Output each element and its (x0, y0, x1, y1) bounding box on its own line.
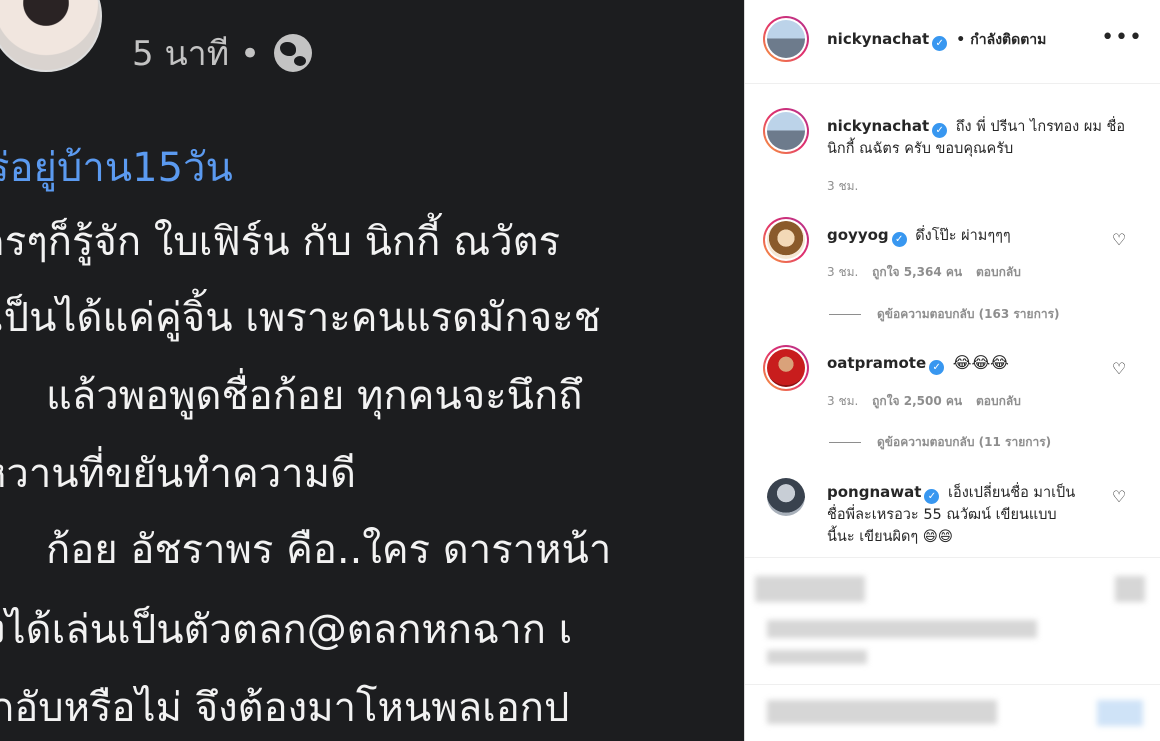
photo-line-3: เป็นได้แค่คู่จิ้น เพราะคนแรดมักจะช (0, 295, 601, 341)
comment-time: 3 ชม. (827, 394, 859, 408)
caption-avatar[interactable] (763, 108, 809, 154)
comment-likes[interactable]: ถูกใจ 2,500 คน (872, 394, 962, 408)
photo-line-5: หวานที่ขยันทำความดี (0, 451, 356, 497)
photo-avatar (0, 0, 102, 72)
comment-text-line-2: ชื่อพี่ละเหรอวะ 55 ณวัฒน์ เขียนแบบ (827, 507, 1057, 523)
reply-button[interactable]: ตอบกลับ (976, 265, 1021, 279)
photo-line-2: ครๆก็รู้จัก ใบเฟิร์น กับ นิกกี้ ณวัตร (0, 219, 561, 265)
header-user-row: nickynachat ✓ • กำลังติดตาม (827, 29, 1046, 51)
verified-icon: ✓ (929, 360, 945, 375)
caption-username[interactable]: nickynachat (827, 117, 929, 135)
comment-avatar-oatpramote[interactable] (763, 345, 809, 391)
header-username[interactable]: nickynachat (827, 30, 929, 48)
verified-icon: ✓ (932, 36, 948, 51)
comment-avatar-pongnawat[interactable] (763, 474, 809, 520)
photo-line-1: ร่อยู่บ้าน15วัน (0, 145, 233, 191)
post-date-blurred (767, 650, 867, 664)
photo-meta: 5 นาที • (132, 26, 313, 80)
caption: nickynachat ✓ ถึง พี่ ปรีนา ไกรทอง ผม ชื่… (827, 115, 1127, 160)
comment-text-line-1: เอ็งเปลี่ยนชื่อ มาเป็น (948, 485, 1076, 501)
view-replies-button[interactable]: ดูข้อความตอบกลับ (11 รายการ) (829, 433, 1051, 452)
follow-status-button[interactable]: กำลังติดตาม (970, 32, 1046, 48)
photo-line-8: กอับหรือไม่ จึงต้องมาโหนพลเอกป (0, 685, 570, 731)
header-avatar[interactable] (763, 16, 809, 62)
photo-line-6: ก้อย อัชราพร คือ..ใคร ดาราหน้า (46, 527, 612, 573)
comment-text: ดึ่งโป๊ะ ผ่ามๆๆๆ (915, 228, 1011, 244)
comments-panel: nickynachat ✓ • กำลังติดตาม ••• nickynach… (744, 0, 1160, 741)
globe-icon (274, 34, 313, 72)
comment-oatpramote: oatpramote ✓ 😂😂😂 (827, 352, 1117, 375)
heart-icon[interactable]: ♡ (1111, 361, 1127, 377)
heart-icon[interactable]: ♡ (1111, 232, 1127, 248)
heart-icon[interactable]: ♡ (1111, 489, 1127, 505)
reply-button[interactable]: ตอบกลับ (976, 394, 1021, 408)
comment-input-blurred[interactable] (767, 700, 997, 724)
comment-meta: 3 ชม. ถูกใจ 5,364 คน ตอบกลับ (827, 263, 1021, 282)
comment-likes[interactable]: ถูกใจ 5,364 คน (872, 265, 962, 279)
comment-goyyog: goyyog ✓ ดึ่งโป๊ะ ผ่ามๆๆๆ (827, 224, 1117, 247)
comment-text: 😂😂😂 (952, 353, 1009, 372)
view-replies-button[interactable]: ดูข้อความตอบกลับ (163 รายการ) (829, 305, 1060, 324)
comment-username[interactable]: oatpramote (827, 354, 926, 372)
caption-time: 3 ชม. (827, 179, 859, 193)
action-icons-blurred[interactable] (755, 576, 865, 602)
action-bar (745, 557, 1160, 741)
comment-meta: 3 ชม. ถูกใจ 2,500 คน ตอบกลับ (827, 392, 1021, 411)
comment-avatar-goyyog[interactable] (763, 217, 809, 263)
more-dots-icon[interactable]: ••• (1101, 27, 1143, 49)
post-button-blurred[interactable] (1097, 700, 1143, 726)
photo-time: 5 นาที • (132, 34, 261, 74)
likes-summary-blurred (767, 620, 1037, 638)
photo-line-4: แล้วพอพูดชื่อก้อย ทุกคนจะนึกถึ (46, 373, 583, 419)
comment-time: 3 ชม. (827, 265, 859, 279)
comment-pongnawat: pongnawat ✓ เอ็งเปลี่ยนชื่อ มาเป็น ชื่อพี… (827, 481, 1117, 548)
comment-username[interactable]: pongnawat (827, 483, 921, 501)
comment-username[interactable]: goyyog (827, 226, 889, 244)
verified-icon: ✓ (924, 489, 940, 504)
post-header: nickynachat ✓ • กำลังติดตาม ••• (745, 0, 1160, 84)
verified-icon: ✓ (891, 232, 907, 247)
photo-line-7: งได้เล่นเป็นตัวตลก@ตลกหกฉาก เ (0, 607, 573, 653)
post-photo: 5 นาที • ร่อยู่บ้าน15วัน ครๆก็รู้จัก ใบเ… (0, 0, 744, 741)
comment-text-line-3: นี้นะ เขียนผิดๆ 😄😄 (827, 529, 954, 545)
save-icon-blurred[interactable] (1115, 576, 1145, 602)
header-separator: • (956, 32, 966, 48)
verified-icon: ✓ (932, 123, 948, 138)
